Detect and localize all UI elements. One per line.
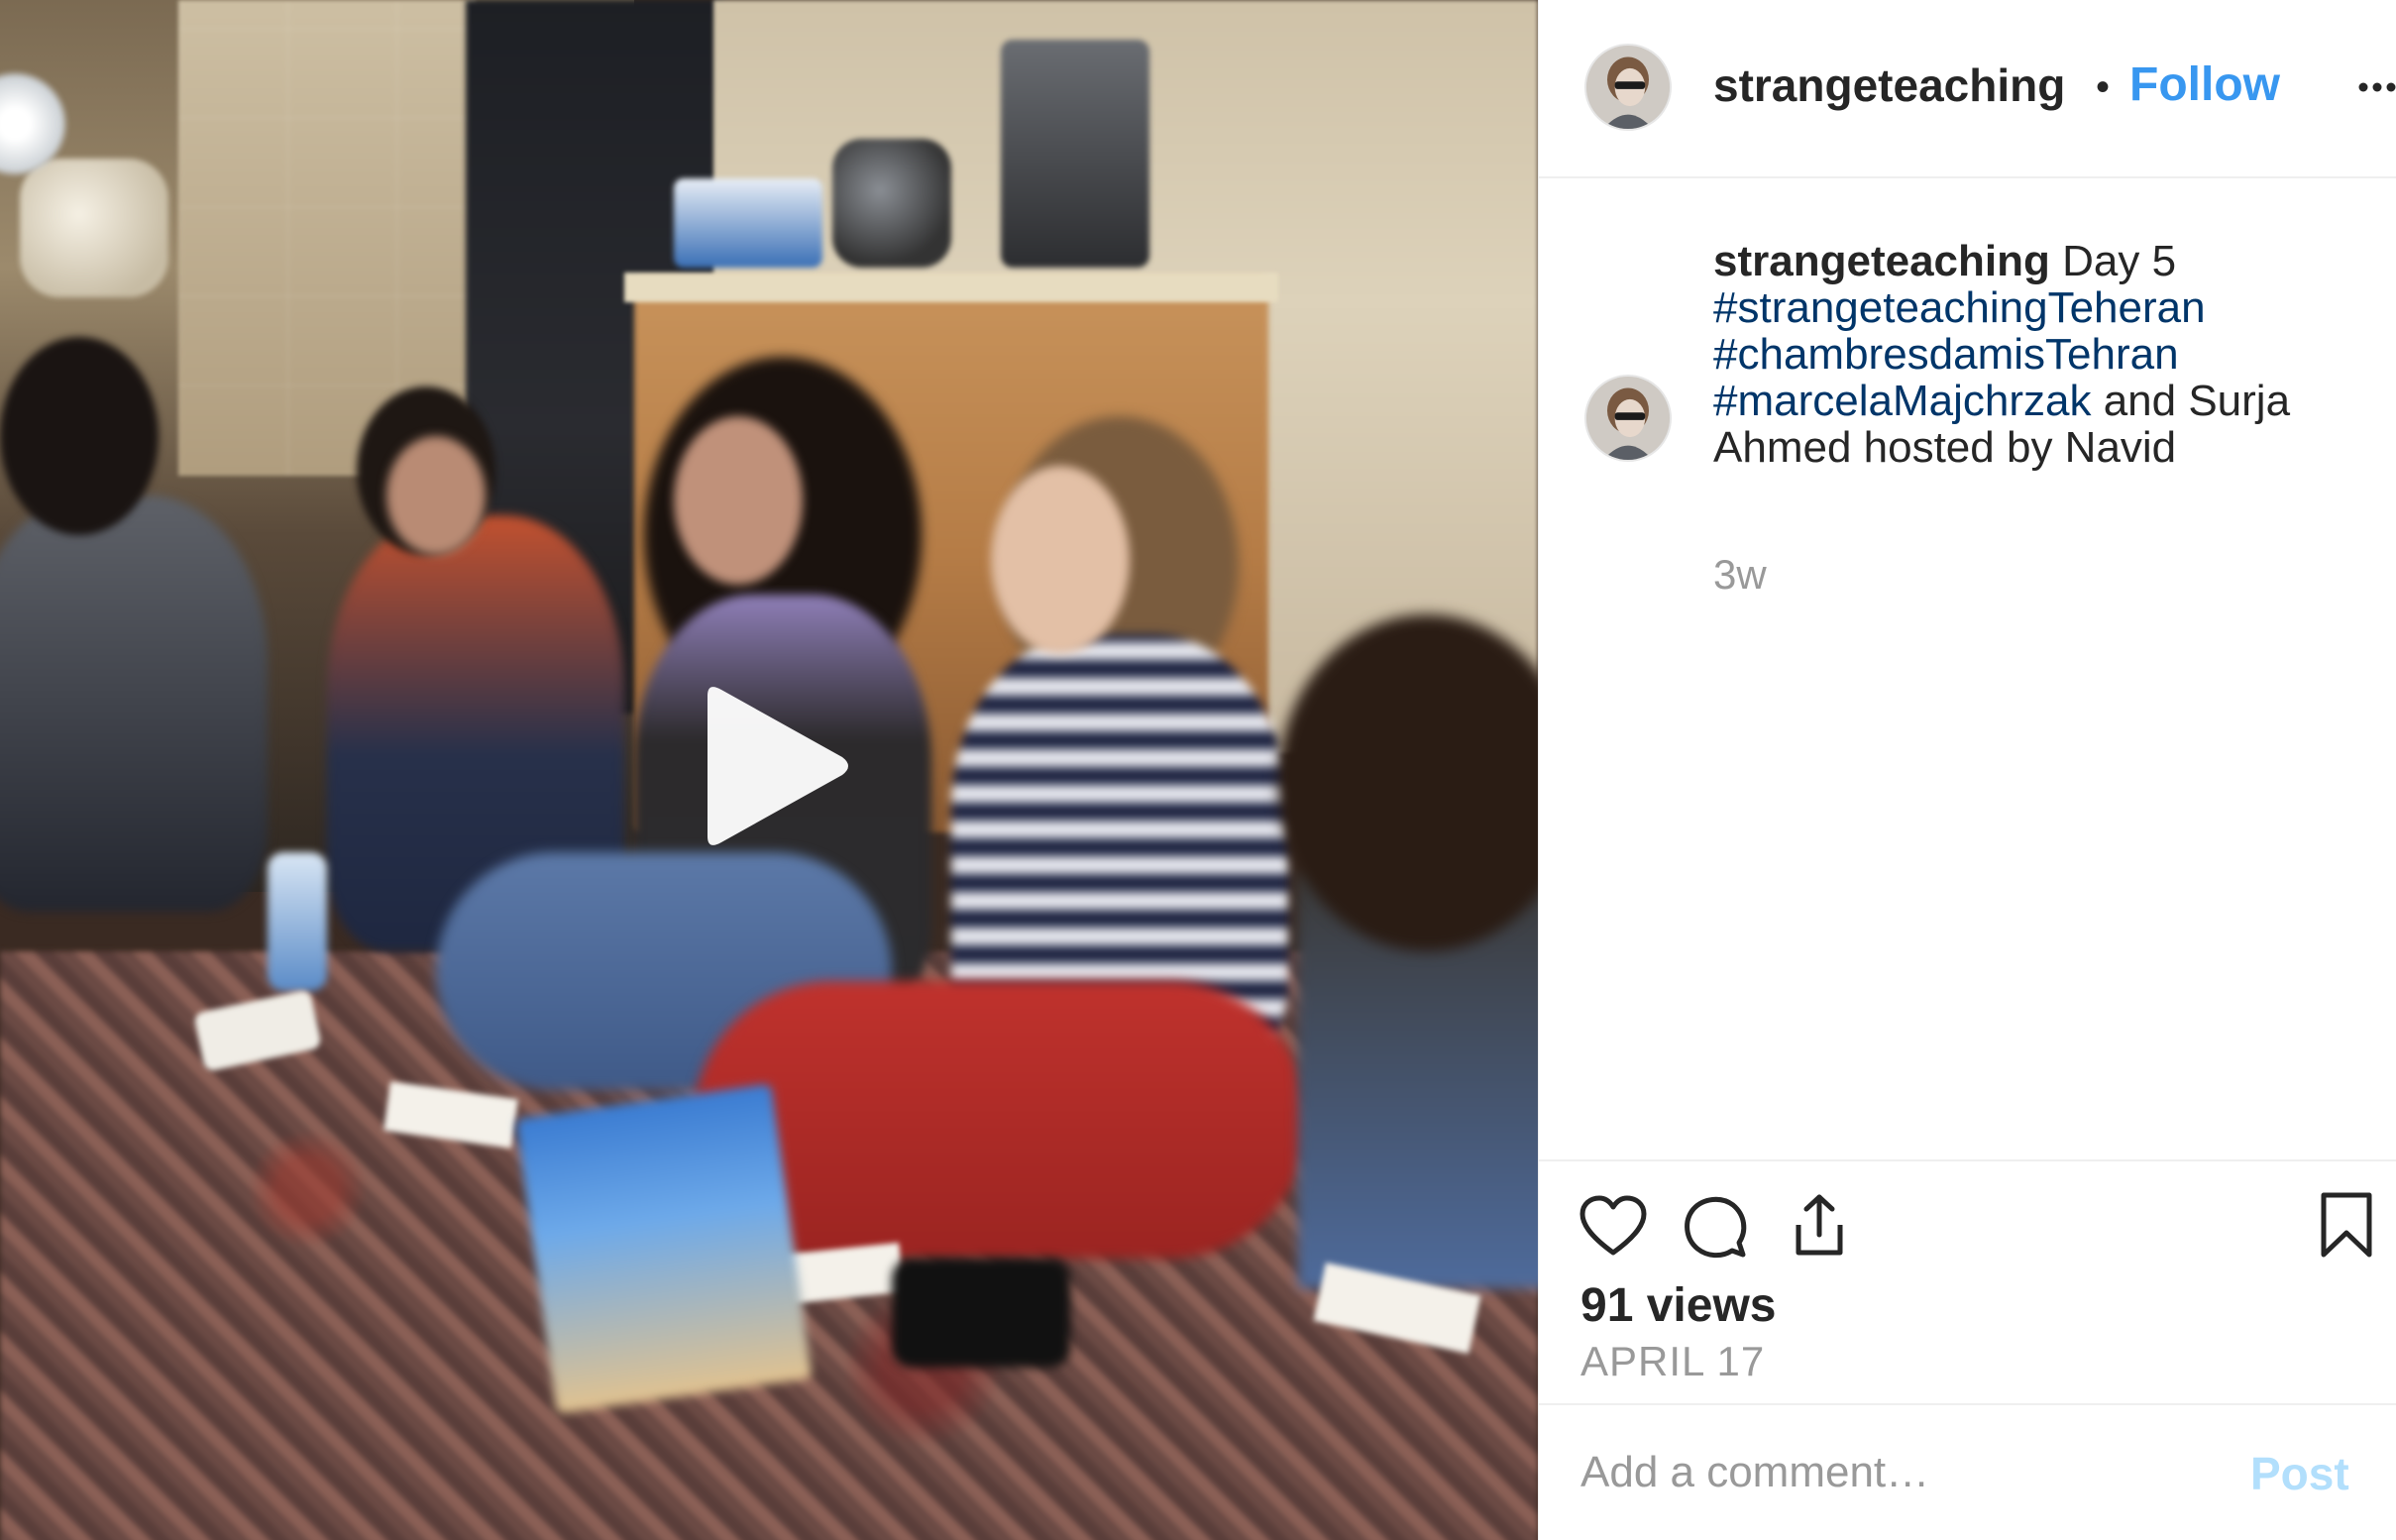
caption-text-start: Day 5 bbox=[2049, 237, 2177, 285]
comment-form: Post bbox=[1539, 1403, 2396, 1540]
heart-icon[interactable] bbox=[1579, 1193, 1648, 1263]
hashtag-link[interactable]: #chambresdamisTehran bbox=[1713, 330, 2179, 379]
avatar[interactable] bbox=[1584, 44, 1672, 131]
separator-dot: • bbox=[2096, 65, 2111, 109]
header-username[interactable]: strangeteaching bbox=[1713, 57, 2088, 113]
post-button[interactable]: Post bbox=[2250, 1447, 2349, 1500]
caption-username[interactable]: strangeteaching bbox=[1713, 237, 2050, 285]
post-date[interactable]: APRIL 17 bbox=[1580, 1338, 1765, 1385]
bookmark-icon[interactable] bbox=[2312, 1191, 2381, 1261]
hashtag-link[interactable]: #marcelaMajchrzak bbox=[1713, 377, 2091, 425]
comment-input[interactable] bbox=[1580, 1441, 2215, 1504]
instagram-post-view: strangeteaching • Follow strangeteaching… bbox=[0, 0, 2396, 1540]
share-icon[interactable] bbox=[1785, 1191, 1854, 1261]
caption-timestamp[interactable]: 3w bbox=[1713, 551, 1767, 599]
post-video[interactable] bbox=[0, 0, 1538, 1540]
action-bar: 91 views APRIL 17 bbox=[1539, 1159, 2396, 1403]
caption-section: strangeteaching Day 5 #strangeteachingTe… bbox=[1539, 178, 2396, 1159]
post-header: strangeteaching • Follow bbox=[1539, 0, 2396, 178]
more-horizontal-icon[interactable] bbox=[2355, 71, 2396, 103]
avatar[interactable] bbox=[1584, 375, 1672, 462]
view-count[interactable]: 91 views bbox=[1580, 1278, 1776, 1333]
comment-icon[interactable] bbox=[1682, 1193, 1751, 1263]
post-sidebar: strangeteaching • Follow strangeteaching… bbox=[1538, 0, 2396, 1540]
caption-text: strangeteaching Day 5 #strangeteachingTe… bbox=[1713, 238, 2357, 471]
follow-button[interactable]: Follow bbox=[2129, 57, 2280, 113]
hashtag-link[interactable]: #strangeteachingTeheran bbox=[1713, 283, 2206, 332]
play-icon[interactable] bbox=[694, 682, 852, 850]
